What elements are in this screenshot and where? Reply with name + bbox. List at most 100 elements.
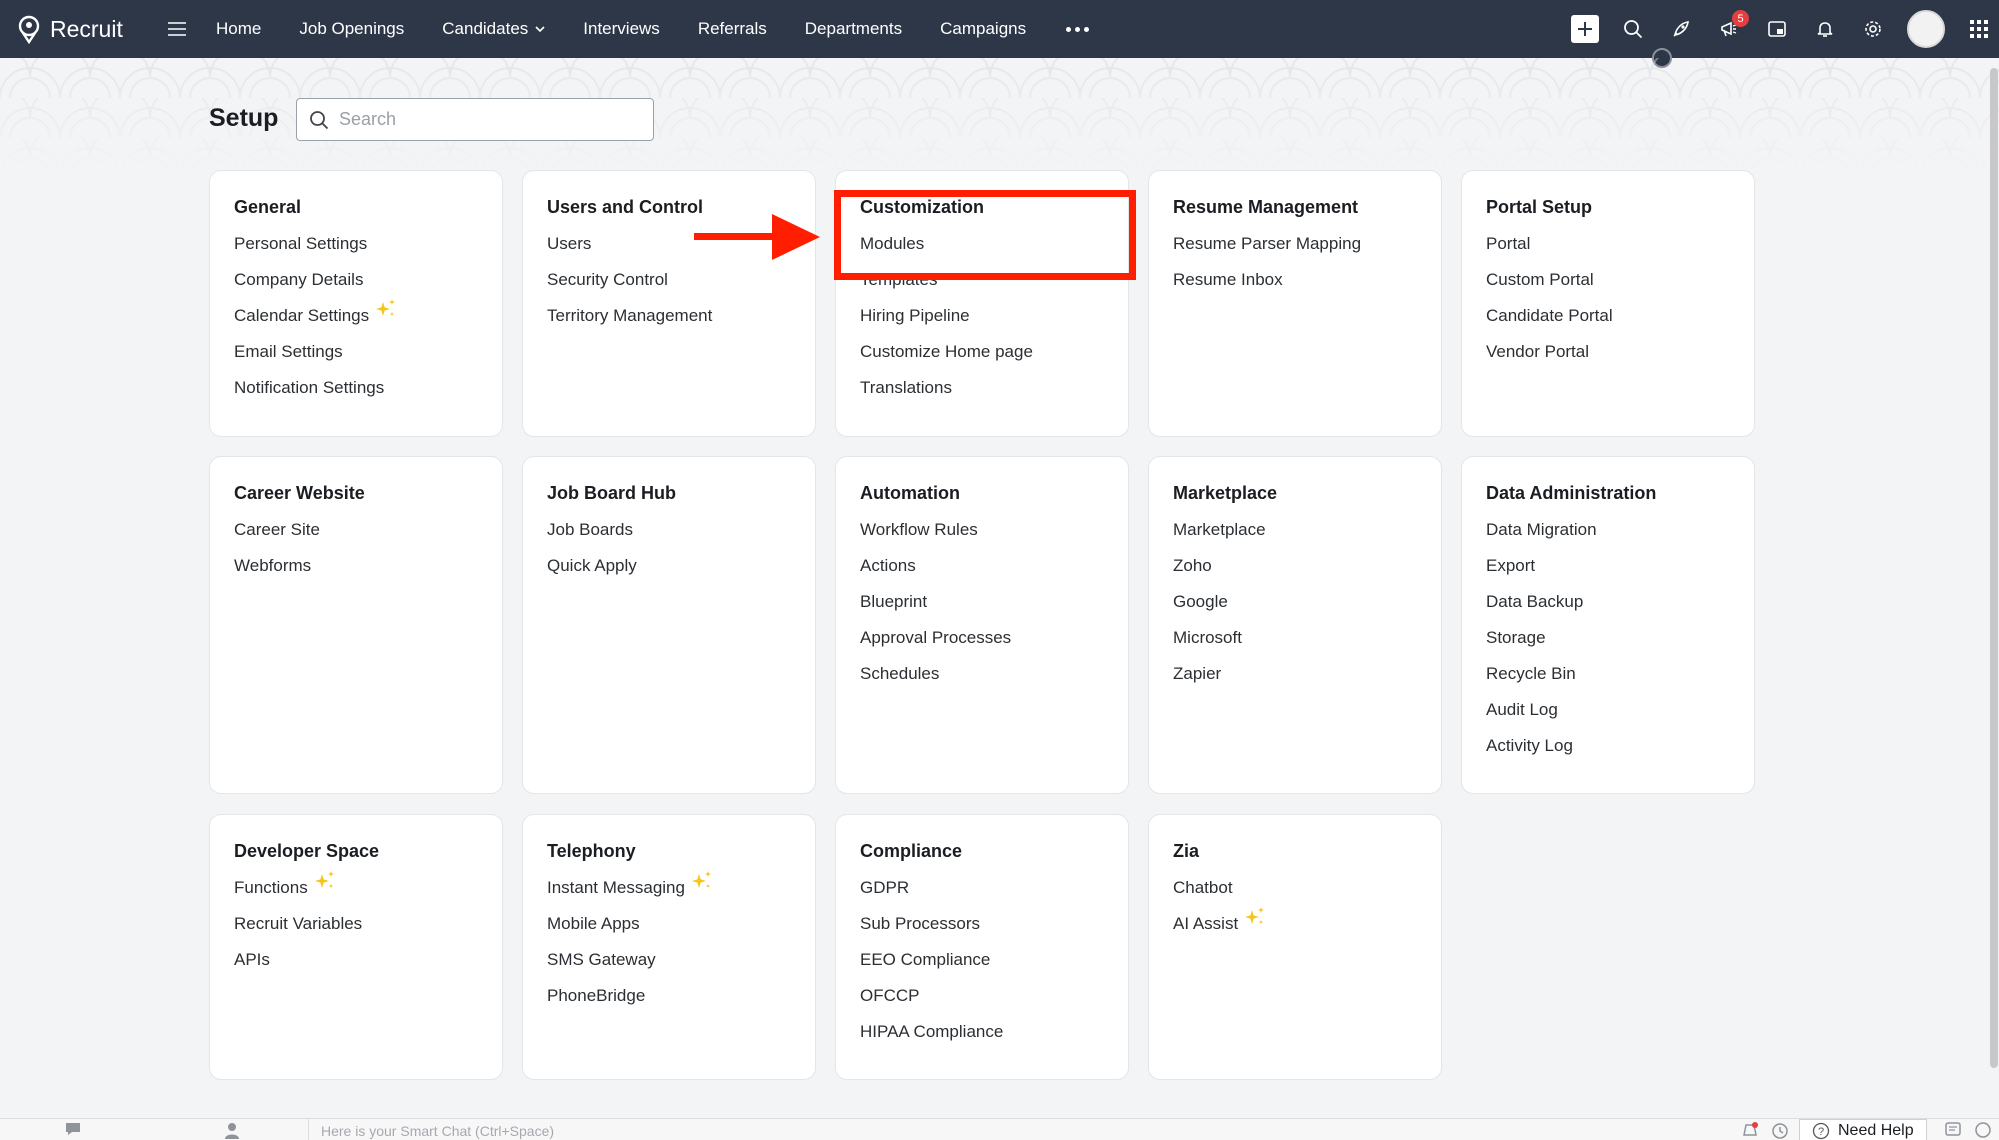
setup-link-recycle-bin[interactable]: Recycle Bin: [1486, 662, 1754, 698]
setup-link-resume-inbox[interactable]: Resume Inbox: [1173, 268, 1441, 304]
search-input[interactable]: [339, 109, 639, 130]
setup-link-personal-settings[interactable]: Personal Settings: [234, 232, 502, 268]
nav-departments[interactable]: Departments: [805, 19, 902, 39]
app-logo[interactable]: Recruit: [14, 14, 154, 44]
page-scrollbar[interactable]: [1989, 60, 1999, 1070]
setup-link-custom-portal[interactable]: Custom Portal: [1486, 268, 1754, 304]
setup-link-vendor-portal[interactable]: Vendor Portal: [1486, 340, 1754, 376]
nav-home[interactable]: Home: [216, 19, 261, 39]
setup-link-translations[interactable]: Translations: [860, 376, 1128, 412]
setup-link-export[interactable]: Export: [1486, 554, 1754, 590]
setup-link-candidate-portal[interactable]: Candidate Portal: [1486, 304, 1754, 340]
setup-link-recruit-variables[interactable]: Recruit Variables: [234, 912, 502, 948]
setup-search[interactable]: [296, 98, 654, 141]
apps-grid-icon[interactable]: [1959, 0, 1999, 58]
setup-link-customize-home-page[interactable]: Customize Home page: [860, 340, 1128, 376]
smart-chat-input[interactable]: Here is your Smart Chat (Ctrl+Space): [308, 1119, 554, 1140]
bell-icon[interactable]: [1801, 0, 1849, 58]
history-icon[interactable]: [1770, 1121, 1790, 1139]
mute-bell-icon[interactable]: [1740, 1121, 1760, 1139]
setup-link-gdpr[interactable]: GDPR: [860, 876, 1128, 912]
nav-candidates[interactable]: Candidates: [442, 19, 545, 39]
setup-link-quick-apply[interactable]: Quick Apply: [547, 554, 815, 590]
setup-link-ofccp[interactable]: OFCCP: [860, 984, 1128, 1020]
setup-link-approval-processes[interactable]: Approval Processes: [860, 626, 1128, 662]
setup-link-label: HIPAA Compliance: [860, 1022, 1004, 1041]
setup-link-mobile-apps[interactable]: Mobile Apps: [547, 912, 815, 948]
setup-link-functions[interactable]: Functions: [234, 871, 502, 912]
setup-link-blueprint[interactable]: Blueprint: [860, 590, 1128, 626]
setup-link-zoho[interactable]: Zoho: [1173, 554, 1441, 590]
setup-link-portal[interactable]: Portal: [1486, 232, 1754, 268]
question-circle-icon: ?: [1812, 1122, 1830, 1139]
need-help-button[interactable]: ? Need Help: [1799, 1119, 1927, 1140]
setup-link-phonebridge[interactable]: PhoneBridge: [547, 984, 815, 1020]
setup-link-chatbot[interactable]: Chatbot: [1173, 876, 1441, 912]
setup-link-label: Career Site: [234, 520, 320, 539]
setup-link-storage[interactable]: Storage: [1486, 626, 1754, 662]
support-icon[interactable]: [1974, 1121, 1992, 1139]
setup-link-territory-management[interactable]: Territory Management: [547, 304, 815, 340]
feedback-icon[interactable]: [1944, 1121, 1962, 1139]
setup-link-webforms[interactable]: Webforms: [234, 554, 502, 590]
setup-card-portal-setup: Portal Setup Portal Custom Portal Candidate…: [1461, 170, 1755, 437]
setup-link-instant-messaging[interactable]: Instant Messaging: [547, 871, 815, 912]
setup-link-zapier[interactable]: Zapier: [1173, 662, 1441, 698]
setup-link-schedules[interactable]: Schedules: [860, 662, 1128, 698]
setup-link-hiring-pipeline[interactable]: Hiring Pipeline: [860, 304, 1128, 340]
setup-link-company-details[interactable]: Company Details: [234, 268, 502, 304]
announcements-icon[interactable]: 5: [1705, 0, 1753, 58]
gear-icon[interactable]: [1849, 0, 1897, 58]
quick-create-button[interactable]: [1561, 0, 1609, 58]
search-icon[interactable]: [1609, 0, 1657, 58]
setup-link-security-control[interactable]: Security Control: [547, 268, 815, 304]
nav-interviews[interactable]: Interviews: [583, 19, 660, 39]
setup-card-zia: Zia Chatbot AI Assist: [1148, 814, 1442, 1080]
card-title: Compliance: [860, 841, 963, 861]
setup-link-hipaa-compliance[interactable]: HIPAA Compliance: [860, 1020, 1128, 1056]
setup-link-resume-parser-mapping[interactable]: Resume Parser Mapping: [1173, 232, 1441, 268]
setup-link-sms-gateway[interactable]: SMS Gateway: [547, 948, 815, 984]
setup-card-resume-management: Resume Management Resume Parser Mapping Re…: [1148, 170, 1442, 437]
calendar-widget-icon[interactable]: [1753, 0, 1801, 58]
setup-link-marketplace[interactable]: Marketplace: [1173, 518, 1441, 554]
setup-link-label: Quick Apply: [547, 556, 637, 575]
user-avatar[interactable]: [1907, 10, 1945, 48]
setup-link-label: OFCCP: [860, 986, 920, 1005]
setup-link-notification-settings[interactable]: Notification Settings: [234, 376, 502, 412]
setup-link-label: Notification Settings: [234, 378, 385, 397]
setup-link-label: Audit Log: [1486, 700, 1558, 719]
nav-campaigns[interactable]: Campaigns: [940, 19, 1026, 39]
setup-link-calendar-settings[interactable]: Calendar Settings: [234, 299, 502, 340]
setup-link-label: Resume Parser Mapping: [1173, 234, 1362, 253]
setup-link-microsoft[interactable]: Microsoft: [1173, 626, 1441, 662]
nav-job-openings[interactable]: Job Openings: [299, 19, 404, 39]
setup-link-actions[interactable]: Actions: [860, 554, 1128, 590]
setup-link-eeo-compliance[interactable]: EEO Compliance: [860, 948, 1128, 984]
card-title: Automation: [860, 483, 960, 503]
chat-bubble-icon[interactable]: [64, 1121, 82, 1137]
setup-link-sub-processors[interactable]: Sub Processors: [860, 912, 1128, 948]
scrollbar-thumb[interactable]: [1990, 68, 1998, 1068]
setup-link-workflow-rules[interactable]: Workflow Rules: [860, 518, 1128, 554]
setup-link-activity-log[interactable]: Activity Log: [1486, 734, 1754, 770]
setup-link-data-backup[interactable]: Data Backup: [1486, 590, 1754, 626]
setup-link-ai-assist[interactable]: AI Assist: [1173, 907, 1441, 948]
setup-link-label: Data Backup: [1486, 592, 1584, 611]
setup-link-label: Candidate Portal: [1486, 306, 1613, 325]
contacts-icon[interactable]: [224, 1121, 240, 1139]
setup-link-label: Custom Portal: [1486, 270, 1594, 289]
setup-link-email-settings[interactable]: Email Settings: [234, 340, 502, 376]
setup-link-career-site[interactable]: Career Site: [234, 518, 502, 554]
hamburger-menu-icon[interactable]: [162, 14, 192, 44]
setup-link-google[interactable]: Google: [1173, 590, 1441, 626]
setup-link-data-migration[interactable]: Data Migration: [1486, 518, 1754, 554]
sparkle-new-icon: [1245, 907, 1265, 924]
card-links: Functions Recruit Variables APIs: [234, 871, 502, 984]
setup-link-audit-log[interactable]: Audit Log: [1486, 698, 1754, 734]
nav-referrals[interactable]: Referrals: [698, 19, 767, 39]
setup-link-job-boards[interactable]: Job Boards: [547, 518, 815, 554]
more-options-icon[interactable]: [1066, 26, 1090, 32]
setup-link-label: Chatbot: [1173, 878, 1233, 897]
setup-link-apis[interactable]: APIs: [234, 948, 502, 984]
